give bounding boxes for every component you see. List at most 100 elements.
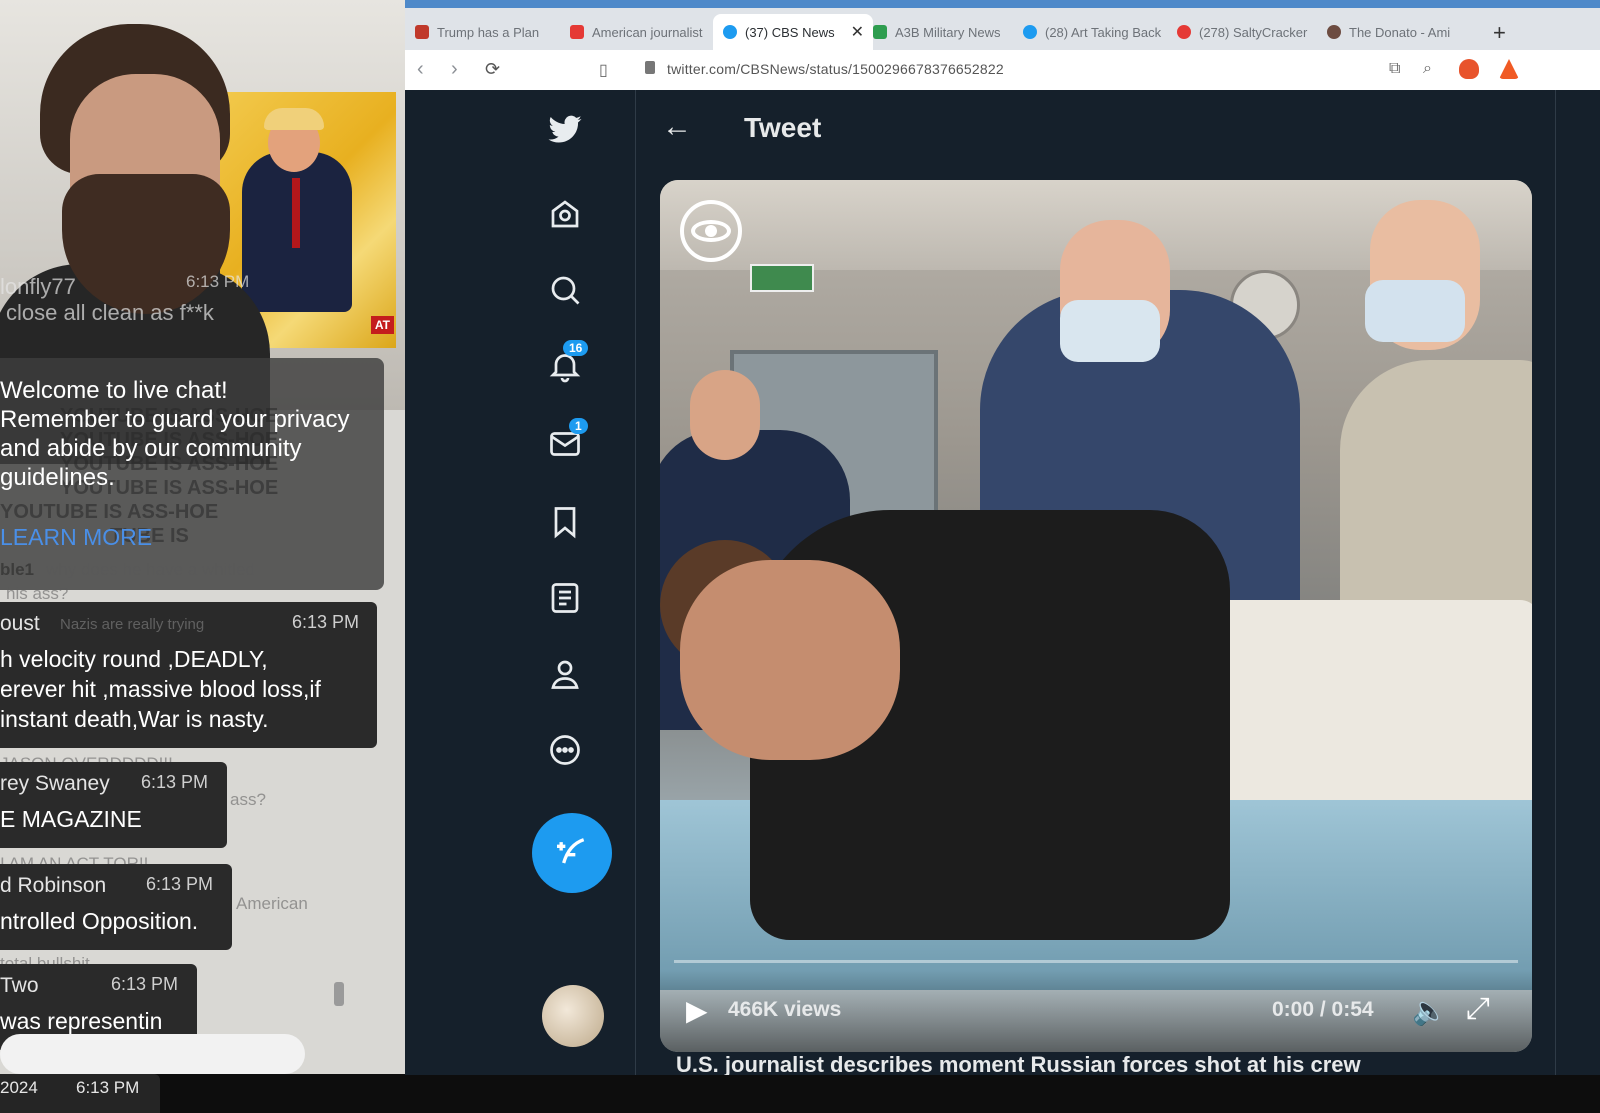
- explore-search-icon[interactable]: [545, 270, 585, 310]
- brave-rewards-icon[interactable]: [1499, 59, 1519, 79]
- back-arrow-icon[interactable]: ←: [662, 110, 692, 144]
- twitter-sidebar: 16 1: [405, 90, 635, 1075]
- browser-tab[interactable]: (28) Art Taking Back: [1023, 14, 1163, 50]
- tab-label: The Donato - Ami: [1349, 24, 1451, 40]
- fullscreen-icon[interactable]: ⤢: [1466, 992, 1490, 1026]
- forward-icon[interactable]: ›: [451, 58, 458, 81]
- chat-message: d Robinson 6:13 PM ntrolled Opposition.: [0, 864, 232, 950]
- lock-icon: [645, 61, 655, 74]
- welcome-banner: YOUTUBE IS ASS-HOE YOUTUBE IS ASS-HOE YO…: [0, 358, 384, 590]
- welcome-line: and abide by our community: [0, 435, 302, 462]
- welcome-line: guidelines.: [0, 464, 115, 491]
- chat-message: rey Swaney 6:13 PM E MAGAZINE: [0, 762, 227, 848]
- chat-text: was representin: [0, 1008, 163, 1034]
- close-tab-icon[interactable]: ✕: [851, 22, 864, 42]
- browser-window: Trump has a Plan American journalist (37…: [405, 0, 1600, 1075]
- chat-text: erever hit ,massive blood loss,if: [0, 676, 321, 702]
- chat-ghost-text: Nazis are really trying: [60, 616, 205, 633]
- chat-username: rey Swaney: [0, 772, 110, 795]
- notifications-badge: 16: [563, 340, 589, 356]
- chat-text: E MAGAZINE: [0, 806, 142, 832]
- welcome-line: Welcome to live chat!: [0, 377, 228, 404]
- video-progress-bar[interactable]: [674, 960, 1518, 963]
- address-bar: ‹ › ⟳ ▯ twitter.com/CBSNews/status/15002…: [405, 50, 1600, 90]
- tab-label: (28) Art Taking Back: [1045, 24, 1162, 40]
- chat-text: ntrolled Opposition.: [0, 908, 199, 934]
- browser-tab[interactable]: A3B Military News: [873, 14, 1011, 50]
- url-field[interactable]: twitter.com/CBSNews/status/1500296678376…: [667, 61, 1004, 77]
- bottom-chat-strip: 2024 6:13 PM: [0, 1074, 1600, 1113]
- account-avatar[interactable]: [542, 985, 604, 1047]
- chat-timestamp: 6:13 PM: [141, 772, 209, 792]
- video-controls: ▶ 466K views 0:00 / 0:54 🔈 ⤢: [660, 970, 1532, 1052]
- chat-timestamp: 6:13 PM: [292, 612, 360, 632]
- tab-favicon-icon: [1177, 25, 1191, 39]
- zoom-icon[interactable]: ⌕: [1423, 60, 1432, 78]
- tab-label: (37) CBS News: [745, 24, 835, 40]
- chat-ghost-text: his ass?: [6, 584, 69, 603]
- new-tab-button[interactable]: +: [1493, 22, 1506, 44]
- chat-text: h velocity round ,DEADLY,: [0, 646, 268, 672]
- notifications-bell-icon[interactable]: 16: [545, 340, 589, 386]
- screenshot-icon[interactable]: ⧉: [1389, 60, 1400, 78]
- browser-tab[interactable]: Trump has a Plan: [415, 14, 560, 50]
- view-count: 466K views: [728, 998, 842, 1021]
- chat-username: d Robinson: [0, 874, 107, 897]
- tab-label: A3B Military News: [895, 24, 1001, 40]
- profile-icon[interactable]: [545, 654, 585, 694]
- chat-timestamp: 6:13 PM: [111, 974, 179, 994]
- tab-label: American journalist: [592, 24, 703, 40]
- chat-input[interactable]: [0, 1034, 305, 1074]
- chat-message: oust 6:13 PM Nazis are really trying h v…: [0, 602, 377, 748]
- volume-icon[interactable]: 🔈: [1412, 994, 1447, 1027]
- browser-tab[interactable]: American journalist: [570, 14, 705, 50]
- browser-tab[interactable]: (278) SaltyCracker: [1177, 14, 1317, 50]
- tab-bar: Trump has a Plan American journalist (37…: [405, 0, 1600, 50]
- chat-ghost-time: 6:13 PM: [186, 272, 250, 291]
- shout-text: YOUTUBE IS ASS-HOE: [0, 501, 219, 523]
- play-icon[interactable]: ▶: [686, 994, 708, 1027]
- compose-tweet-button[interactable]: [532, 813, 612, 893]
- chat-ghost-text: close all clean as f**k: [6, 300, 214, 325]
- twitter-logo-icon[interactable]: [545, 110, 585, 150]
- messages-badge: 1: [569, 418, 588, 434]
- tweet-column: ← Tweet ▶ 466K views 0:00 / 0:54 🔈 ⤢ U.S…: [635, 90, 1556, 1075]
- home-icon[interactable]: [545, 194, 585, 234]
- brave-shield-icon[interactable]: [1459, 59, 1479, 79]
- browser-tab[interactable]: The Donato - Ami: [1327, 14, 1477, 50]
- tweet-video-player[interactable]: ▶ 466K views 0:00 / 0:54 🔈 ⤢: [660, 180, 1532, 1052]
- cbs-eye-logo-icon: [680, 200, 742, 262]
- more-options-icon[interactable]: [545, 730, 585, 770]
- twitter-bird-icon: [723, 25, 737, 39]
- chat-username: Two: [0, 974, 39, 997]
- tab-label: (278) SaltyCracker: [1199, 24, 1308, 40]
- chat-ghost-text: American: [236, 894, 308, 913]
- bookmarks-icon[interactable]: [545, 502, 585, 542]
- reload-icon[interactable]: ⟳: [485, 59, 500, 80]
- live-chat: lonfly77 6:13 PM close all clean as f**k…: [0, 264, 405, 1113]
- chat-text: instant death,War is nasty.: [0, 706, 269, 732]
- chat-timestamp: 6:13 PM: [146, 874, 214, 894]
- bookmark-icon[interactable]: ▯: [599, 60, 608, 80]
- learn-more-link[interactable]: LEARN MORE: [0, 524, 152, 551]
- video-time: 0:00 / 0:54: [1272, 998, 1374, 1021]
- chat-ghost-text: ass?: [230, 790, 266, 809]
- tab-favicon-icon: [570, 25, 584, 39]
- welcome-line: Remember to guard your privacy: [0, 406, 350, 433]
- tweet-text: U.S. journalist describes moment Russian…: [676, 1052, 1361, 1075]
- chat-scrollbar[interactable]: [334, 982, 344, 1006]
- twitter-bird-icon: [1023, 25, 1037, 39]
- messages-envelope-icon[interactable]: 1: [545, 418, 588, 464]
- tab-favicon-icon: [873, 25, 887, 39]
- chat-ghost-user: ble1: [0, 560, 35, 579]
- tab-favicon-icon: [415, 25, 429, 39]
- back-icon[interactable]: ‹: [417, 58, 424, 81]
- tab-label: Trump has a Plan: [437, 24, 540, 40]
- right-column: [1555, 90, 1600, 1075]
- tweet-header: ← Tweet: [636, 90, 1556, 166]
- chat-ghost-user: lonfly77: [0, 274, 76, 299]
- tab-favicon-icon: [1327, 25, 1341, 39]
- browser-tab-active[interactable]: (37) CBS News ✕: [713, 14, 873, 50]
- lists-icon[interactable]: [545, 578, 585, 618]
- chat-ghost-text: why does he have a whitled: [46, 560, 255, 579]
